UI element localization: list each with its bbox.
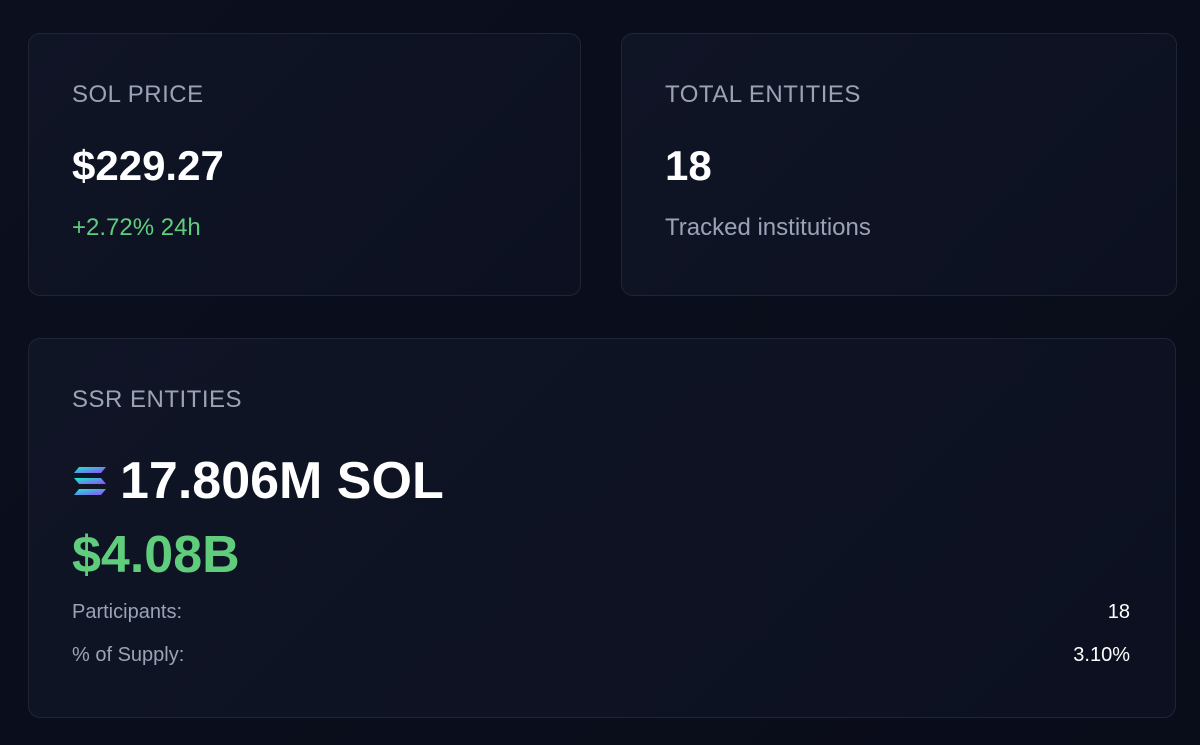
total-entities-card: TOTAL ENTITIES 18 Tracked institutions (621, 33, 1177, 296)
total-entities-subtitle: Tracked institutions (665, 214, 871, 241)
total-entities-value: 18 (665, 142, 712, 189)
sol-price-change: +2.72% 24h (72, 214, 201, 241)
solana-logo-icon (74, 467, 106, 495)
dashboard: SOL PRICE $229.27 +2.72% 24h TOTAL ENTIT… (0, 0, 1200, 745)
participants-row: Participants: 18 (72, 601, 1130, 624)
ssr-usd-amount: $4.08B (72, 526, 240, 584)
supply-label: % of Supply: (72, 644, 185, 666)
participants-label: Participants: (72, 601, 183, 623)
supply-row: % of Supply: 3.10% (72, 644, 1130, 667)
sol-price-label: SOL PRICE (72, 81, 204, 108)
participants-value: 18 (1107, 601, 1130, 623)
ssr-sol-amount: 17.806M SOL (120, 452, 444, 510)
ssr-sol-amount-line: 17.806M SOL (72, 451, 444, 511)
supply-value: 3.10% (1073, 644, 1130, 666)
ssr-entities-label: SSR ENTITIES (72, 386, 243, 413)
sol-price-value: $229.27 (72, 142, 224, 189)
sol-price-card: SOL PRICE $229.27 +2.72% 24h (28, 33, 581, 296)
ssr-entities-card: SSR ENTITIES 17.806M SOL $4.08B Particip… (28, 338, 1176, 718)
total-entities-label: TOTAL ENTITIES (665, 81, 861, 108)
